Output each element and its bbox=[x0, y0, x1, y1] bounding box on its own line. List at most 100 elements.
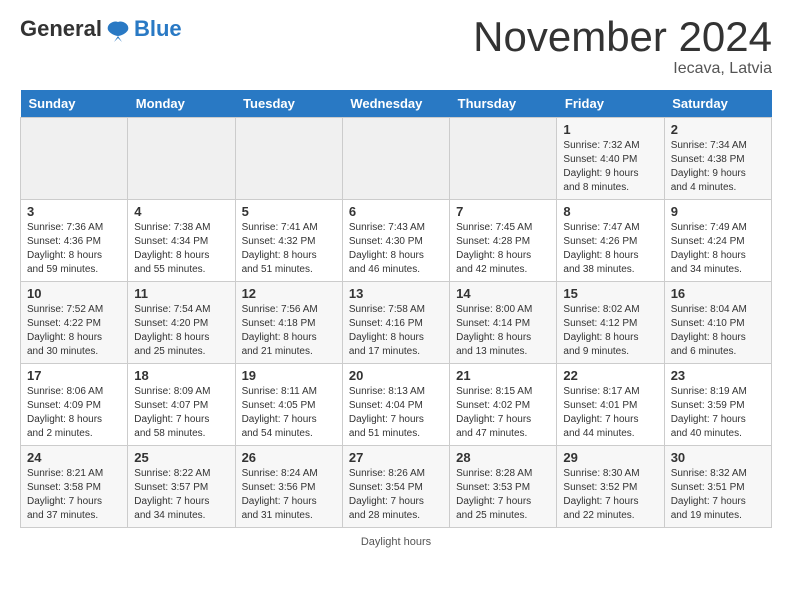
day-number: 8 bbox=[563, 204, 657, 219]
day-info: Sunrise: 8:11 AM Sunset: 4:05 PM Dayligh… bbox=[242, 385, 336, 441]
calendar-cell: 8 Sunrise: 7:47 AM Sunset: 4:26 PM Daylig… bbox=[557, 200, 664, 282]
day-info: Sunrise: 7:54 AM Sunset: 4:20 PM Dayligh… bbox=[134, 303, 228, 359]
day-info: Sunrise: 7:43 AM Sunset: 4:30 PM Dayligh… bbox=[349, 221, 443, 277]
day-number: 26 bbox=[242, 450, 336, 465]
day-info: Sunrise: 8:21 AM Sunset: 3:58 PM Dayligh… bbox=[27, 467, 121, 523]
day-info: Sunrise: 8:22 AM Sunset: 3:57 PM Dayligh… bbox=[134, 467, 228, 523]
calendar-cell: 15Sunrise: 8:02 AM Sunset: 4:12 PM Dayli… bbox=[557, 282, 664, 364]
day-info: Sunrise: 8:02 AM Sunset: 4:12 PM Dayligh… bbox=[563, 303, 657, 359]
calendar-cell: 26 Sunrise: 8:24 AM Sunset: 3:56 PM Dayli… bbox=[235, 446, 342, 528]
col-header-friday: Friday bbox=[557, 90, 664, 118]
day-number: 24 bbox=[27, 450, 121, 465]
day-number: 16 bbox=[671, 286, 765, 301]
logo: General Blue bbox=[20, 16, 182, 42]
calendar-cell: 9 Sunrise: 7:49 AM Sunset: 4:24 PM Daylig… bbox=[664, 200, 771, 282]
calendar-cell: 14Sunrise: 8:00 AM Sunset: 4:14 PM Dayli… bbox=[450, 282, 557, 364]
logo-text: General bbox=[20, 16, 132, 41]
calendar-cell: 27Sunrise: 8:26 AM Sunset: 3:54 PM Dayli… bbox=[342, 446, 449, 528]
page-header: General Blue November 2024 Iecava, Latvi… bbox=[20, 16, 772, 78]
day-number: 21 bbox=[456, 368, 550, 383]
calendar-cell: 21 Sunrise: 8:15 AM Sunset: 4:02 PM Dayli… bbox=[450, 364, 557, 446]
day-info: Sunrise: 7:45 AM Sunset: 4:28 PM Dayligh… bbox=[456, 221, 550, 277]
calendar-cell: 20 Sunrise: 8:13 AM Sunset: 4:04 PM Dayli… bbox=[342, 364, 449, 446]
calendar-cell bbox=[128, 118, 235, 200]
day-number: 18 bbox=[134, 368, 228, 383]
day-number: 5 bbox=[242, 204, 336, 219]
day-number: 1 bbox=[563, 122, 657, 137]
calendar-cell bbox=[450, 118, 557, 200]
day-info: Sunrise: 7:34 AM Sunset: 4:38 PM Dayligh… bbox=[671, 139, 765, 195]
day-info: Sunrise: 7:52 AM Sunset: 4:22 PM Dayligh… bbox=[27, 303, 121, 359]
week-row-2: 3Sunrise: 7:36 AM Sunset: 4:36 PM Daylig… bbox=[21, 200, 772, 282]
calendar-cell: 12 Sunrise: 7:56 AM Sunset: 4:18 PM Dayli… bbox=[235, 282, 342, 364]
header-row: SundayMondayTuesdayWednesdayThursdayFrid… bbox=[21, 90, 772, 118]
calendar-cell bbox=[235, 118, 342, 200]
day-info: Sunrise: 7:36 AM Sunset: 4:36 PM Dayligh… bbox=[27, 221, 121, 277]
day-number: 27 bbox=[349, 450, 443, 465]
day-info: Sunrise: 7:58 AM Sunset: 4:16 PM Dayligh… bbox=[349, 303, 443, 359]
title-section: November 2024 Iecava, Latvia bbox=[473, 16, 772, 78]
day-info: Sunrise: 8:00 AM Sunset: 4:14 PM Dayligh… bbox=[456, 303, 550, 359]
day-info: Sunrise: 8:28 AM Sunset: 3:53 PM Dayligh… bbox=[456, 467, 550, 523]
day-info: Sunrise: 7:47 AM Sunset: 4:26 PM Dayligh… bbox=[563, 221, 657, 277]
calendar-cell: 23 Sunrise: 8:19 AM Sunset: 3:59 PM Dayli… bbox=[664, 364, 771, 446]
day-info: Sunrise: 8:19 AM Sunset: 3:59 PM Dayligh… bbox=[671, 385, 765, 441]
calendar-cell: 25 Sunrise: 8:22 AM Sunset: 3:57 PM Dayli… bbox=[128, 446, 235, 528]
calendar-cell: 11 Sunrise: 7:54 AM Sunset: 4:20 PM Dayli… bbox=[128, 282, 235, 364]
calendar-cell: 29 Sunrise: 8:30 AM Sunset: 3:52 PM Dayli… bbox=[557, 446, 664, 528]
logo-blue-text: Blue bbox=[134, 16, 182, 42]
day-info: Sunrise: 8:24 AM Sunset: 3:56 PM Dayligh… bbox=[242, 467, 336, 523]
week-row-5: 24 Sunrise: 8:21 AM Sunset: 3:58 PM Dayli… bbox=[21, 446, 772, 528]
day-number: 28 bbox=[456, 450, 550, 465]
day-info: Sunrise: 8:30 AM Sunset: 3:52 PM Dayligh… bbox=[563, 467, 657, 523]
day-info: Sunrise: 7:32 AM Sunset: 4:40 PM Dayligh… bbox=[563, 139, 657, 195]
calendar-cell: 2 Sunrise: 7:34 AM Sunset: 4:38 PM Daylig… bbox=[664, 118, 771, 200]
day-info: Sunrise: 7:49 AM Sunset: 4:24 PM Dayligh… bbox=[671, 221, 765, 277]
day-info: Sunrise: 7:41 AM Sunset: 4:32 PM Dayligh… bbox=[242, 221, 336, 277]
col-header-thursday: Thursday bbox=[450, 90, 557, 118]
month-title: November 2024 bbox=[473, 16, 772, 58]
day-number: 22 bbox=[563, 368, 657, 383]
day-info: Sunrise: 8:06 AM Sunset: 4:09 PM Dayligh… bbox=[27, 385, 121, 441]
calendar-header: SundayMondayTuesdayWednesdayThursdayFrid… bbox=[21, 90, 772, 118]
day-number: 12 bbox=[242, 286, 336, 301]
day-number: 4 bbox=[134, 204, 228, 219]
day-number: 29 bbox=[563, 450, 657, 465]
day-number: 9 bbox=[671, 204, 765, 219]
page-container: General Blue November 2024 Iecava, Latvi… bbox=[0, 0, 792, 564]
day-number: 25 bbox=[134, 450, 228, 465]
col-header-tuesday: Tuesday bbox=[235, 90, 342, 118]
calendar-cell: 22Sunrise: 8:17 AM Sunset: 4:01 PM Dayli… bbox=[557, 364, 664, 446]
calendar-cell: 28 Sunrise: 8:28 AM Sunset: 3:53 PM Dayli… bbox=[450, 446, 557, 528]
calendar-cell: 7 Sunrise: 7:45 AM Sunset: 4:28 PM Daylig… bbox=[450, 200, 557, 282]
calendar-cell: 16Sunrise: 8:04 AM Sunset: 4:10 PM Dayli… bbox=[664, 282, 771, 364]
day-number: 2 bbox=[671, 122, 765, 137]
week-row-1: 1 Sunrise: 7:32 AM Sunset: 4:40 PM Daylig… bbox=[21, 118, 772, 200]
day-number: 10 bbox=[27, 286, 121, 301]
calendar-cell: 18 Sunrise: 8:09 AM Sunset: 4:07 PM Dayli… bbox=[128, 364, 235, 446]
day-number: 7 bbox=[456, 204, 550, 219]
day-info: Sunrise: 7:56 AM Sunset: 4:18 PM Dayligh… bbox=[242, 303, 336, 359]
day-info: Sunrise: 8:13 AM Sunset: 4:04 PM Dayligh… bbox=[349, 385, 443, 441]
day-number: 13 bbox=[349, 286, 443, 301]
calendar-cell: 3Sunrise: 7:36 AM Sunset: 4:36 PM Daylig… bbox=[21, 200, 128, 282]
week-row-4: 17Sunrise: 8:06 AM Sunset: 4:09 PM Dayli… bbox=[21, 364, 772, 446]
calendar-body: 1 Sunrise: 7:32 AM Sunset: 4:40 PM Daylig… bbox=[21, 118, 772, 528]
calendar-cell: 19Sunrise: 8:11 AM Sunset: 4:05 PM Dayli… bbox=[235, 364, 342, 446]
calendar-table: SundayMondayTuesdayWednesdayThursdayFrid… bbox=[20, 90, 772, 528]
day-info: Sunrise: 8:09 AM Sunset: 4:07 PM Dayligh… bbox=[134, 385, 228, 441]
day-number: 20 bbox=[349, 368, 443, 383]
calendar-cell bbox=[21, 118, 128, 200]
calendar-cell: 30Sunrise: 8:32 AM Sunset: 3:51 PM Dayli… bbox=[664, 446, 771, 528]
calendar-cell: 4 Sunrise: 7:38 AM Sunset: 4:34 PM Daylig… bbox=[128, 200, 235, 282]
col-header-saturday: Saturday bbox=[664, 90, 771, 118]
day-number: 11 bbox=[134, 286, 228, 301]
col-header-monday: Monday bbox=[128, 90, 235, 118]
day-info: Sunrise: 7:38 AM Sunset: 4:34 PM Dayligh… bbox=[134, 221, 228, 277]
day-number: 23 bbox=[671, 368, 765, 383]
calendar-cell: 5 Sunrise: 7:41 AM Sunset: 4:32 PM Daylig… bbox=[235, 200, 342, 282]
day-info: Sunrise: 8:15 AM Sunset: 4:02 PM Dayligh… bbox=[456, 385, 550, 441]
calendar-cell bbox=[342, 118, 449, 200]
week-row-3: 10 Sunrise: 7:52 AM Sunset: 4:22 PM Dayli… bbox=[21, 282, 772, 364]
calendar-cell: 1 Sunrise: 7:32 AM Sunset: 4:40 PM Daylig… bbox=[557, 118, 664, 200]
